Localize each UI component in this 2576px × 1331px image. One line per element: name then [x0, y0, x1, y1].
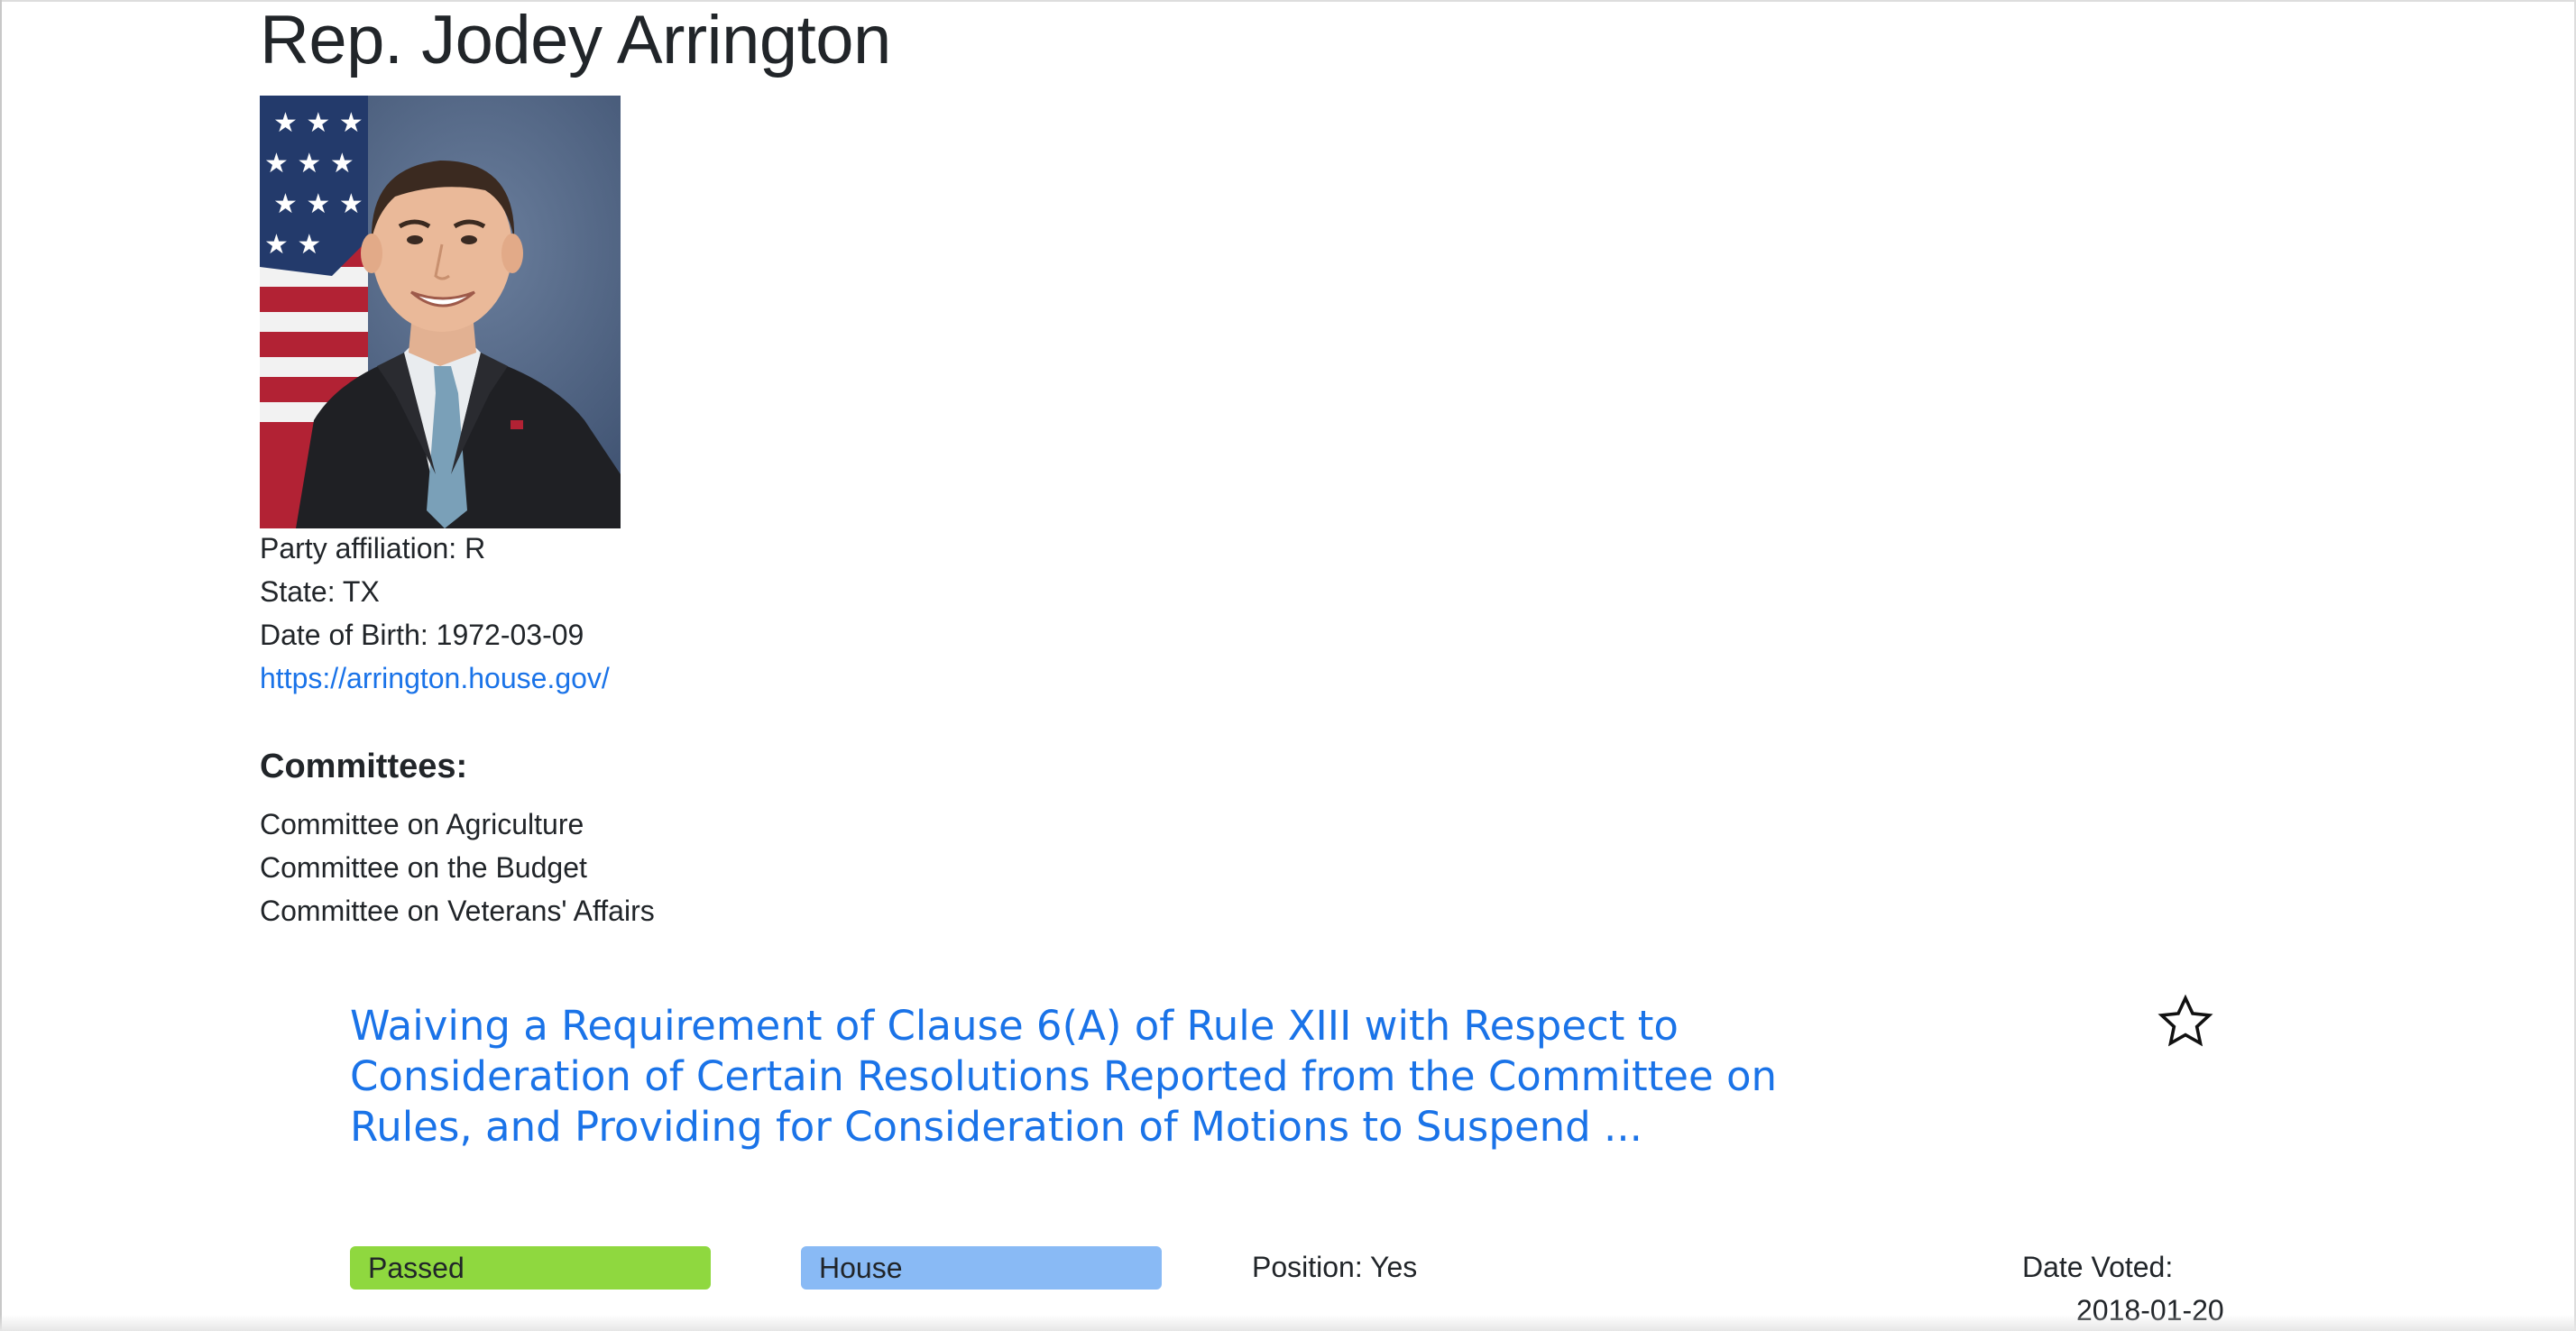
website-line: https://arrington.house.gov/ — [260, 660, 610, 696]
svg-text:★ ★ ★: ★ ★ ★ — [273, 188, 363, 220]
date-voted-label: Date Voted: — [2022, 1251, 2174, 1283]
party-affiliation: Party affiliation: R — [260, 532, 486, 565]
star-outline-icon — [2157, 994, 2213, 1047]
committee-item: Committee on Agriculture — [260, 808, 584, 840]
committee-item: Committee on Veterans' Affairs — [260, 895, 655, 927]
website-link[interactable]: https://arrington.house.gov/ — [260, 662, 610, 694]
svg-text:★ ★: ★ ★ — [264, 229, 321, 261]
svg-text:★ ★ ★: ★ ★ ★ — [273, 107, 363, 139]
committee-item: Committee on the Budget — [260, 851, 587, 884]
window-left-border — [0, 0, 2, 1331]
representative-photo: ★ ★ ★ ★ ★ ★ ★ ★ ★ ★ ★ — [260, 96, 621, 528]
status-badge: Passed — [350, 1246, 711, 1290]
bill-title-link[interactable]: Waiving a Requirement of Clause 6(A) of … — [350, 1001, 1811, 1152]
chamber-badge: House — [801, 1246, 1162, 1290]
date-of-birth: Date of Birth: 1972-03-09 — [260, 619, 584, 651]
favorite-button[interactable] — [2156, 992, 2215, 1051]
committees-heading: Committees: — [260, 748, 468, 785]
page-title: Rep. Jodey Arrington — [260, 2, 891, 78]
vote-position: Position: Yes — [1252, 1251, 1418, 1283]
svg-text:★ ★ ★: ★ ★ ★ — [264, 148, 354, 179]
state: State: TX — [260, 575, 380, 608]
bottom-edge-shadow — [0, 1315, 2576, 1331]
